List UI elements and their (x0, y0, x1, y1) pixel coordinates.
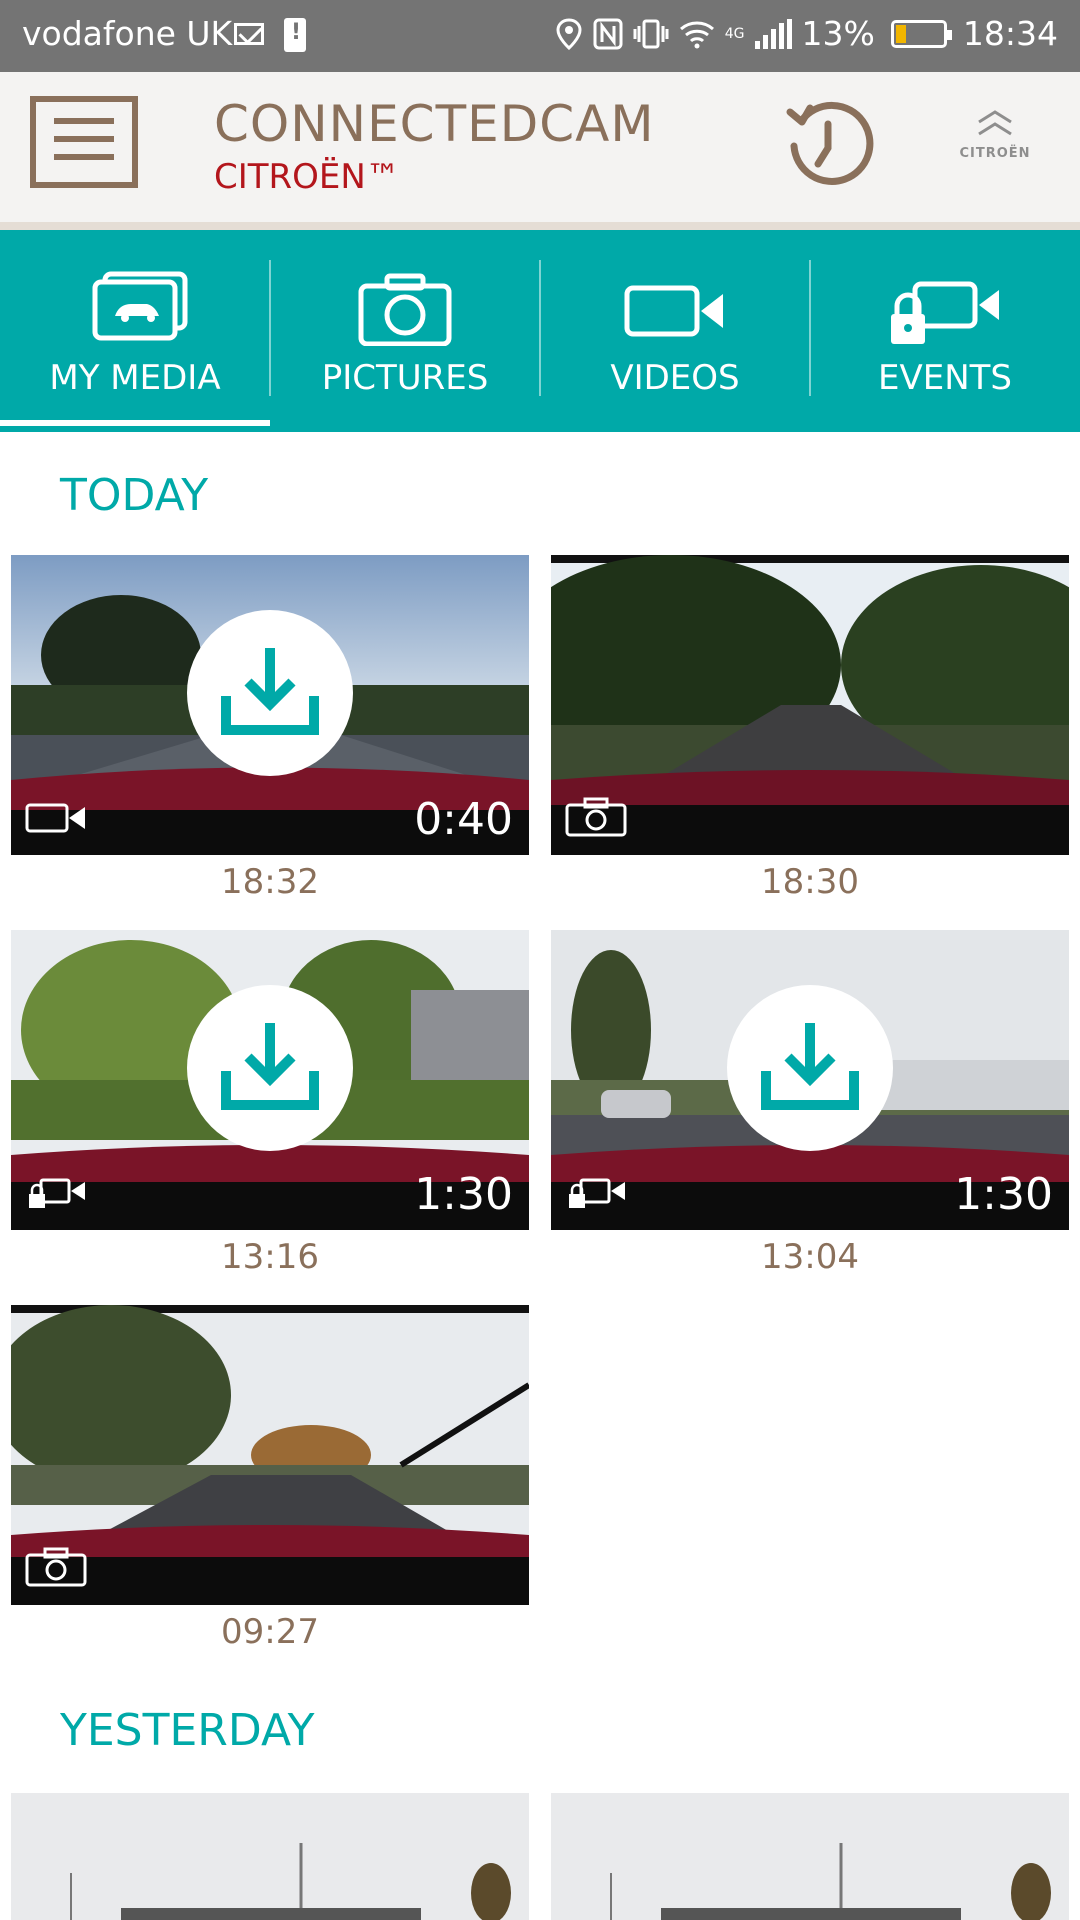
duration-label: 1:30 (414, 1169, 513, 1220)
video-icon (624, 285, 723, 337)
tab-my-media[interactable]: MY MEDIA (0, 230, 270, 432)
tab-events[interactable]: EVENTS (810, 230, 1080, 432)
download-icon (221, 648, 319, 735)
thumbnail (11, 1305, 529, 1605)
wifi-icon (679, 21, 714, 48)
app-brand: CONNECTEDCAM CITROËN™ (214, 96, 654, 198)
mail-icon (234, 23, 264, 45)
tab-videos[interactable]: VIDEOS (540, 230, 810, 432)
media-tile[interactable] (551, 1793, 1069, 1920)
camera-type-icon (565, 797, 627, 837)
download-button[interactable] (187, 985, 353, 1151)
history-icon[interactable] (780, 98, 876, 194)
media-tabs: MY MEDIA PICTURES VIDEOS EVENTS (0, 230, 1080, 432)
network-type: 4G (724, 25, 745, 42)
locked-video-icon (891, 281, 999, 344)
media-time: 13:04 (761, 1237, 859, 1277)
location-icon (556, 17, 582, 50)
media-tile[interactable] (551, 555, 1069, 855)
vibrate-icon (633, 19, 669, 48)
media-time: 18:30 (761, 862, 859, 902)
tab-label: VIDEOS (610, 358, 740, 398)
locked-video-type-icon (29, 1178, 85, 1208)
status-bar: vodafone UK 4G 13% 18:34 (0, 0, 1080, 72)
battery-icon (890, 19, 952, 48)
logo-text: CITROËN (959, 146, 1031, 161)
signal-icon (754, 18, 792, 49)
media-tile[interactable]: 1:30 (11, 930, 529, 1230)
media-time: 09:27 (221, 1612, 319, 1652)
locked-video-type-icon (569, 1178, 625, 1208)
section-title-yesterday: YESTERDAY (60, 1705, 315, 1756)
download-button[interactable] (727, 985, 893, 1151)
thumbnail (551, 555, 1069, 855)
tab-label: MY MEDIA (49, 358, 221, 398)
carrier-label: vodafone UK (22, 14, 233, 53)
media-tile[interactable]: 0:40 (11, 555, 529, 855)
media-time: 18:32 (221, 862, 319, 902)
thumbnail (551, 1793, 1069, 1920)
camera-icon (358, 273, 452, 346)
nfc-icon (593, 18, 623, 49)
media-tile[interactable]: 1:30 (551, 930, 1069, 1230)
media-tile[interactable] (11, 1305, 529, 1605)
tab-label: EVENTS (877, 358, 1012, 398)
media-tile[interactable] (11, 1793, 529, 1920)
citroen-logo: CITROËN (950, 108, 1040, 178)
app-header: CONNECTEDCAM CITROËN™ CITROËN (0, 72, 1080, 230)
sd-alert-icon (284, 18, 306, 52)
duration-label: 1:30 (954, 1169, 1053, 1220)
media-time: 13:16 (221, 1237, 319, 1277)
media-icon (92, 271, 188, 341)
tab-pictures[interactable]: PICTURES (270, 230, 540, 432)
video-type-icon (25, 803, 85, 833)
active-tab-indicator (0, 420, 270, 426)
download-icon (221, 1023, 319, 1110)
app-title: CONNECTEDCAM (214, 95, 655, 153)
app-subtitle: CITROËN™ (214, 157, 400, 197)
thumbnail (11, 1793, 529, 1920)
download-button[interactable] (187, 610, 353, 776)
menu-icon[interactable] (30, 96, 138, 188)
clock: 18:34 (962, 14, 1058, 53)
citroen-chevrons-icon (978, 110, 1012, 136)
download-icon (761, 1023, 859, 1110)
camera-type-icon (25, 1547, 87, 1587)
duration-label: 0:40 (414, 794, 513, 845)
battery-percent: 13% (801, 14, 875, 53)
tab-label: PICTURES (321, 358, 489, 398)
section-title-today: TODAY (60, 470, 209, 521)
